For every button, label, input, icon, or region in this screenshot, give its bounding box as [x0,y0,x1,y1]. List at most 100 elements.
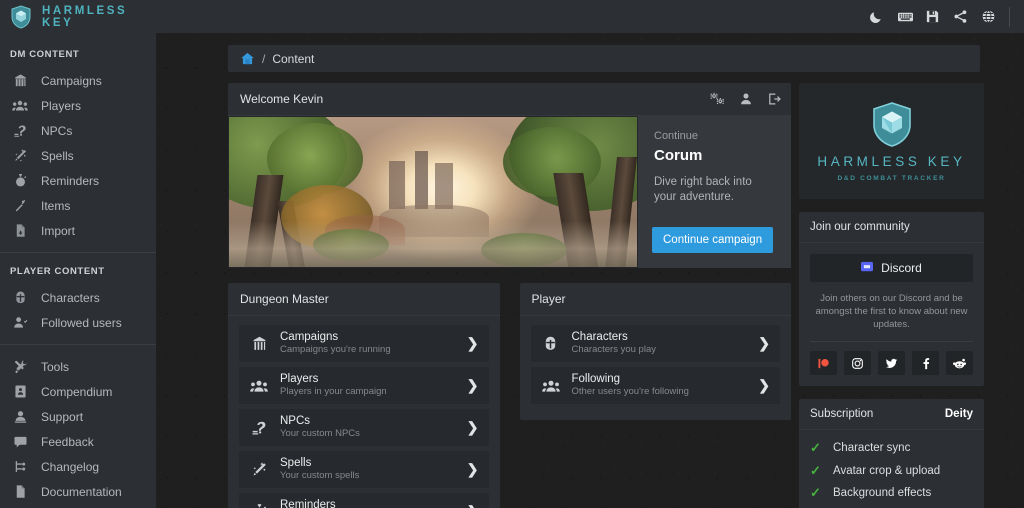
sidebar-item-campaigns[interactable]: Campaigns [0,68,156,93]
sidebar-item-npcs[interactable]: NPCs [0,118,156,143]
characters-icon [540,335,562,352]
patreon-icon[interactable] [810,351,837,375]
breadcrumb-separator: / [262,51,266,66]
players-icon [248,378,270,394]
brand-logo[interactable]: HARMLESS KEY [0,5,156,29]
sidebar-item-items[interactable]: Items [0,193,156,218]
subscription-tier: Deity [944,408,973,420]
dm-row-text: NPCs Your custom NPCs [280,415,467,440]
sidebar-item-compendium[interactable]: Compendium [0,379,156,404]
sidebar-divider [0,344,156,345]
twitter-icon[interactable] [878,351,905,375]
row-title: NPCs [280,415,311,427]
campaigns-icon [12,73,28,89]
following-icon [540,378,562,394]
keyboard-icon[interactable] [897,9,913,24]
dm-row-text: Players Players in your campaign [280,373,467,398]
row-title: Following [571,373,621,385]
sidebar-item-players[interactable]: Players [0,93,156,118]
items-icon [12,198,28,214]
sidebar-item-label: Feedback [41,434,94,449]
main-content: / Content Welcome Kevin Continue Corum D… [156,33,1024,508]
dm-row-players[interactable]: Players Players in your campaign ❯ [239,367,489,404]
sidebar-heading-dm: DM CONTENT [10,49,80,60]
sidebar-item-characters[interactable]: Characters [0,285,156,310]
sidebar-item-label: Support [41,409,84,424]
community-description: Join others on our Discord and be amongs… [815,293,968,330]
subscription-features: ✓ Character sync ✓ Avatar crop & upload … [799,430,984,508]
player-row-characters[interactable]: Characters Characters you play ❯ [530,325,780,362]
player-panel: Player Characters Characters you play ❯ [519,283,792,420]
dm-row-npcs[interactable]: NPCs Your custom NPCs ❯ [239,409,489,446]
npcs-icon [12,123,28,139]
cards-row: Dungeon Master Campaigns Campaigns you'r… [228,283,791,508]
logo-tagline: D&D COMBAT TRACKER [837,174,946,182]
sidebar-item-followed-users[interactable]: Followed users [0,310,156,335]
changelog-icon [12,459,28,475]
brand-name: HARMLESS KEY [42,4,128,29]
sidebar-item-changelog[interactable]: Changelog [0,454,156,479]
reddit-icon[interactable] [946,351,973,375]
row-subtitle: Players in your campaign [280,386,387,397]
continue-campaign-name: Corum [654,147,703,164]
sidebar-item-tools[interactable]: Tools [0,354,156,379]
sidebar-item-support[interactable]: Support [0,404,156,429]
row-subtitle: Characters you play [571,344,656,355]
players-icon [12,98,28,114]
sidebar-item-label: Documentation [41,484,122,499]
top-bar: HARMLESS KEY [0,0,1024,33]
dm-row-spells[interactable]: Spells Your custom spells ❯ [239,451,489,488]
dm-row-campaigns[interactable]: Campaigns Campaigns you're running ❯ [239,325,489,362]
logo-panel: HARMLESS KEY D&D COMBAT TRACKER [799,83,984,199]
discord-icon [861,261,874,276]
chevron-right-icon: ❯ [467,503,479,508]
row-title: Spells [280,457,312,469]
sidebar-item-feedback[interactable]: Feedback [0,429,156,454]
save-icon[interactable] [925,9,940,24]
sidebar-item-label: Players [41,98,82,113]
welcome-header: Welcome Kevin [228,83,791,116]
facebook-icon[interactable] [912,351,939,375]
home-icon[interactable] [240,51,255,66]
logout-icon[interactable] [767,92,781,106]
continue-campaign-button[interactable]: Continue campaign [652,227,774,253]
dungeon-master-list: Campaigns Campaigns you're running ❯ Pla… [228,316,500,508]
shield-logo-icon [871,101,913,147]
sidebar-item-documentation[interactable]: Documentation [0,479,156,504]
sidebar-heading-player: PLAYER CONTENT [10,266,105,277]
hero-section: Continue Corum Dive right back into your… [228,116,791,268]
player-row-following[interactable]: Following Other users you're following ❯ [530,367,780,404]
share-icon[interactable] [953,9,968,24]
welcome-header-icons [709,92,781,106]
row-title: Characters [571,331,628,343]
characters-icon [12,290,28,306]
row-title: Players [280,373,319,385]
social-links [810,351,973,375]
sidebar-item-reminders[interactable]: Reminders [0,168,156,193]
breadcrumb-current[interactable]: Content [272,52,314,66]
shield-logo-icon [10,4,32,29]
feedback-icon [12,434,28,450]
feature-row: ✓ Background effects [799,482,984,505]
user-icon[interactable] [739,92,753,106]
instagram-icon[interactable] [844,351,871,375]
player-list: Characters Characters you play ❯ Followi… [520,316,792,420]
dm-row-reminders[interactable]: Reminders Your custom reminders ❯ [239,493,489,508]
moon-icon[interactable] [869,9,884,24]
sidebar-item-spells[interactable]: Spells [0,143,156,168]
sidebar-item-label: Characters [41,290,100,305]
compendium-icon [12,384,28,400]
banner-fog [229,221,637,267]
settings-icon[interactable] [709,92,725,106]
sidebar-item-label: Followed users [41,315,122,330]
sidebar: DM CONTENT Campaigns Players NPCs Spells… [0,33,156,508]
continue-card: Continue Corum Dive right back into your… [638,116,791,268]
sidebar-item-label: Spells [41,148,74,163]
feature-label: Background effects [833,487,932,500]
row-subtitle: Other users you're following [571,386,689,397]
sidebar-item-import[interactable]: Import [0,218,156,243]
globe-icon[interactable] [981,9,996,24]
sidebar-item-label: Tools [41,359,70,374]
player-row-text: Characters Characters you play [572,331,759,356]
discord-button[interactable]: Discord [810,254,973,282]
